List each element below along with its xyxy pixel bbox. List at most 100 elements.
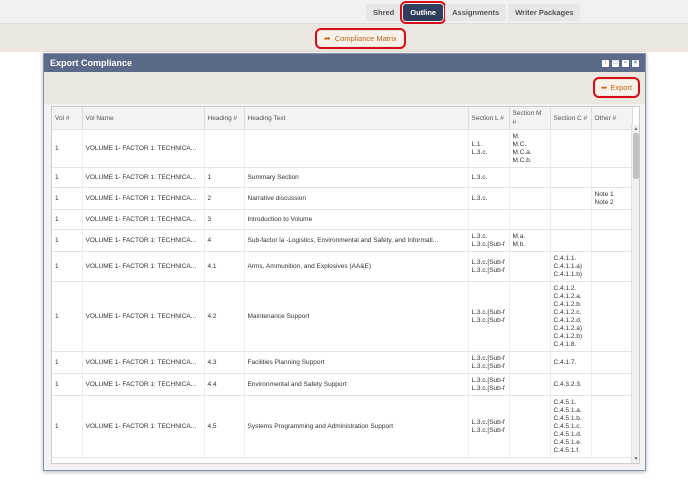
export-compliance-dialog: Export Compliance ↑ □ − × ➦ Export Vol #… <box>43 53 646 471</box>
cell-vol: 1 <box>52 373 83 396</box>
cell-section-c: C.4.1.7. <box>550 351 592 374</box>
cell-section-m-value: M.b. <box>512 240 526 248</box>
cell-vol: 1 <box>52 281 83 352</box>
cell-section-c-value: C.4.1.1.b) <box>553 270 583 278</box>
tab-assignments[interactable]: Assignments <box>445 4 507 21</box>
cell-heading-num: 2 <box>204 187 245 210</box>
cell-heading-num: 4.2 <box>204 281 245 352</box>
cell-vol-name: VOLUME 1- FACTOR 1: TECHNICA... <box>82 187 205 210</box>
cell-section-c-value: C.4.5.1.c. <box>553 422 582 430</box>
tab-writer-packages[interactable]: Writer Packages <box>508 4 581 21</box>
cell-section-c-value: C.4.1.2.a. <box>553 292 582 300</box>
cell-section-c-value: C.4.5.1.a. <box>553 406 582 414</box>
cell-section-m <box>509 187 551 210</box>
cell-section-c: C.4.3.2.3. <box>550 373 592 396</box>
cell-other <box>591 373 633 396</box>
cell-section-m: M. M.C. M.C.a. M.C.b. <box>509 129 551 168</box>
cell-heading-text: Maintenance Support <box>244 281 469 352</box>
cell-heading-text: Systems Programming and Administration S… <box>244 395 469 458</box>
cell-section-m <box>509 209 551 230</box>
column-header[interactable]: Section C # <box>550 107 592 130</box>
cell-section-l-value: L.3.c. <box>471 194 488 202</box>
table-row[interactable]: 1 VOLUME 1- FACTOR 1: TECHNICA... 1 Summary… <box>52 167 633 188</box>
close-icon[interactable]: × <box>632 59 639 67</box>
table-row[interactable]: 1 VOLUME 1- FACTOR 1: TECHNICA... 4.2 Maint… <box>52 281 633 352</box>
cell-heading-num: 3 <box>204 209 245 230</box>
cell-section-c-value: C.4.1.2.d. <box>553 316 582 324</box>
table-row[interactable]: 1 VOLUME 1- FACTOR 1: TECHNICA... L.1. L.3.… <box>52 129 633 168</box>
cell-section-c-value: C.4.1.8. <box>553 340 577 348</box>
cell-section-l: L.3.c.[Sub-f L.3.c.[Sub-f <box>468 251 510 282</box>
dialog-titlebar: Export Compliance ↑ □ − × <box>44 54 645 72</box>
toolbar: ➦ Compliance Matrix <box>0 24 688 52</box>
column-header[interactable]: Section L # <box>468 107 510 130</box>
cell-section-m-value: M.C.b. <box>512 156 532 164</box>
column-header[interactable]: Vol # <box>52 107 83 130</box>
cell-heading-num <box>204 129 245 168</box>
table-row[interactable]: 1 VOLUME 1- FACTOR 1: TECHNICA... 4.1 Arms,… <box>52 251 633 282</box>
column-header[interactable]: Other # <box>591 107 633 130</box>
cell-section-c: C.4.1.1. C.4.1.1.a) C.4.1.1.b) <box>550 251 592 282</box>
cell-section-l-value: L.3.c.[Sub-f <box>471 362 505 370</box>
chevron-up-icon[interactable]: ▲ <box>633 126 639 132</box>
cell-section-m-value: M.a. <box>512 232 526 240</box>
cell-section-c-value: C.4.1.2.b. <box>553 300 582 308</box>
compliance-table: Vol # Vol Name Heading # Heading Text Se… <box>52 107 633 458</box>
vertical-scrollbar[interactable]: ▲ ▼ <box>631 125 639 463</box>
cell-section-l-value: L.1. <box>471 140 483 148</box>
cell-heading-text: Narrative discussion <box>244 187 469 210</box>
cell-section-c-value: C.4.1.1. <box>553 254 577 262</box>
cell-section-c <box>550 229 592 252</box>
dialog-title: Export Compliance <box>50 58 133 68</box>
cell-other-value: Note 2 <box>594 198 614 206</box>
cell-vol-name: VOLUME 1- FACTOR 1: TECHNICA... <box>82 129 205 168</box>
cell-section-c-value: C.4.5.1. <box>553 398 577 406</box>
export-button[interactable]: ➦ Export <box>593 77 640 98</box>
cell-section-m <box>509 373 551 396</box>
cell-section-m-value: M.C.a. <box>512 148 532 156</box>
cell-section-m <box>509 167 551 188</box>
column-header[interactable]: Heading # <box>204 107 245 130</box>
table-row[interactable]: 1 VOLUME 1- FACTOR 1: TECHNICA... 4 Sub-fac… <box>52 229 633 252</box>
cell-vol-name: VOLUME 1- FACTOR 1: TECHNICA... <box>82 167 205 188</box>
table-row[interactable]: 1 VOLUME 1- FACTOR 1: TECHNICA... 3 Introdu… <box>52 209 633 230</box>
table-row[interactable]: 1 VOLUME 1- FACTOR 1: TECHNICA... 4.3 Facil… <box>52 351 633 374</box>
cell-other <box>591 351 633 374</box>
tab-shred[interactable]: Shred <box>366 4 402 21</box>
compliance-table-container[interactable]: Vol # Vol Name Heading # Heading Text Se… <box>51 106 640 464</box>
cell-section-l-value: L.3.c.[Sub-f <box>471 258 505 266</box>
share-icon: ➦ <box>324 34 331 43</box>
cell-section-l-value: L.3.c.[Sub-f <box>471 376 505 384</box>
cell-section-l: L.3.c. <box>468 187 510 210</box>
pin-icon[interactable]: ↑ <box>602 59 609 67</box>
cell-vol-name: VOLUME 1- FACTOR 1: TECHNICA... <box>82 209 205 230</box>
table-row[interactable]: 1 VOLUME 1- FACTOR 1: TECHNICA... 4.5 Syste… <box>52 395 633 458</box>
cell-section-c <box>550 129 592 168</box>
cell-heading-num: 4.1 <box>204 251 245 282</box>
cell-section-c-value: C.4.5.1.b. <box>553 414 582 422</box>
cell-other <box>591 251 633 282</box>
maximize-icon[interactable]: □ <box>612 59 619 67</box>
cell-section-c <box>550 209 592 230</box>
table-row[interactable]: 1 VOLUME 1- FACTOR 1: TECHNICA... 4.4 Envir… <box>52 373 633 396</box>
cell-heading-text: Introduction to Volume <box>244 209 469 230</box>
column-header[interactable]: Section M # <box>509 107 551 130</box>
minimize-icon[interactable]: − <box>622 59 629 67</box>
compliance-matrix-button[interactable]: ➦ Compliance Matrix <box>315 28 406 49</box>
chevron-down-icon[interactable]: ▼ <box>633 456 639 462</box>
cell-heading-num: 4 <box>204 229 245 252</box>
cell-section-l: L.3.c.[Sub-f L.3.c.[Sub-f <box>468 395 510 458</box>
cell-section-c <box>550 187 592 210</box>
table-row[interactable]: 1 VOLUME 1- FACTOR 1: TECHNICA... 2 Narrati… <box>52 187 633 210</box>
cell-section-c-value: C.4.1.7. <box>553 358 577 366</box>
column-header[interactable]: Vol Name <box>82 107 205 130</box>
cell-other <box>591 395 633 458</box>
cell-section-m <box>509 351 551 374</box>
cell-other <box>591 229 633 252</box>
window-controls: ↑ □ − × <box>602 59 639 67</box>
tab-outline[interactable]: Outline <box>400 1 447 24</box>
cell-vol: 1 <box>52 229 83 252</box>
column-header[interactable]: Heading Text <box>244 107 469 130</box>
cell-section-m: M.a. M.b. <box>509 229 551 252</box>
scrollbar-thumb[interactable] <box>633 133 639 179</box>
